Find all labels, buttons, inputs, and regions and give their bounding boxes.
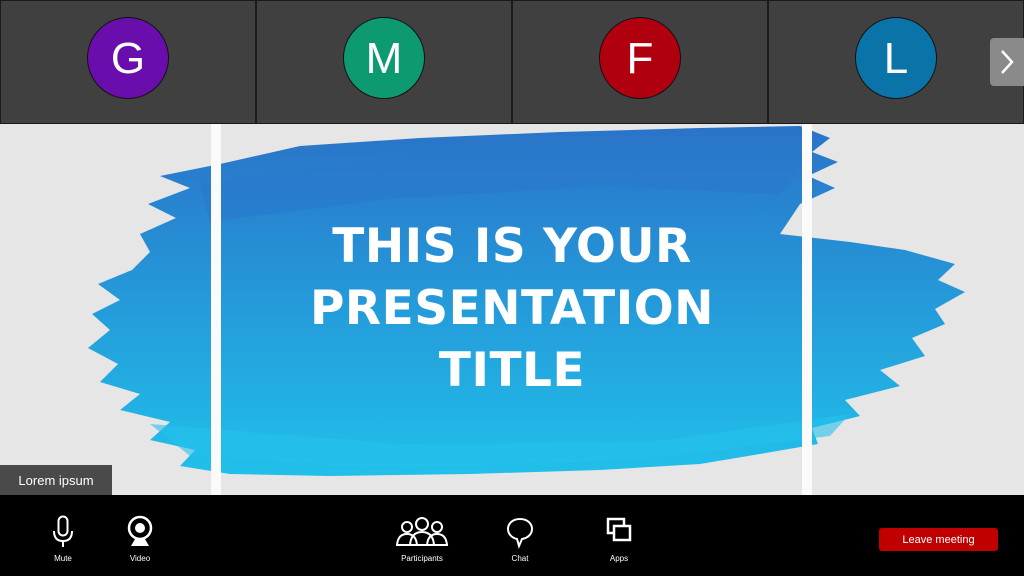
chat-bubble-icon <box>506 517 534 549</box>
leave-meeting-button[interactable]: Leave meeting <box>879 528 998 551</box>
apps-windows-icon <box>606 517 632 542</box>
shared-slide: THIS IS YOUR PRESENTATION TITLE <box>0 124 1024 495</box>
video-button[interactable]: Video <box>122 515 158 563</box>
apps-label: Apps <box>609 554 629 563</box>
participant-tile[interactable]: F <box>512 0 768 124</box>
presenter-name-tag: Lorem ipsum <box>0 465 112 495</box>
slide-title-line: TITLE <box>438 343 586 398</box>
participant-tile[interactable]: L <box>768 0 1024 124</box>
meeting-toolbar: Mute Video Participants Chat Apps Leave … <box>0 495 1024 576</box>
apps-button[interactable]: Apps <box>604 515 634 563</box>
chat-button[interactable]: Chat <box>506 515 534 563</box>
participant-avatar: L <box>855 17 937 99</box>
participant-tile[interactable]: G <box>0 0 256 124</box>
participant-avatar: F <box>599 17 681 99</box>
webcam-icon <box>127 515 153 546</box>
microphone-icon <box>53 515 73 547</box>
chevron-right-icon <box>1001 50 1014 74</box>
slide-title-line: THIS IS YOUR <box>332 219 692 274</box>
participants-icon <box>395 517 449 546</box>
participants-label: Participants <box>401 554 443 563</box>
mute-label: Mute <box>54 554 72 563</box>
chat-label: Chat <box>511 554 529 563</box>
slide-title-line: PRESENTATION <box>309 281 714 336</box>
participant-strip: G M F L <box>0 0 1024 124</box>
participant-avatar: M <box>343 17 425 99</box>
mute-button[interactable]: Mute <box>47 515 79 563</box>
slide-title: THIS IS YOUR PRESENTATION TITLE <box>212 216 812 402</box>
next-participants-button[interactable] <box>990 38 1024 86</box>
video-label: Video <box>129 554 151 563</box>
participant-avatar: G <box>87 17 169 99</box>
participant-tile[interactable]: M <box>256 0 512 124</box>
participants-button[interactable]: Participants <box>394 515 450 563</box>
